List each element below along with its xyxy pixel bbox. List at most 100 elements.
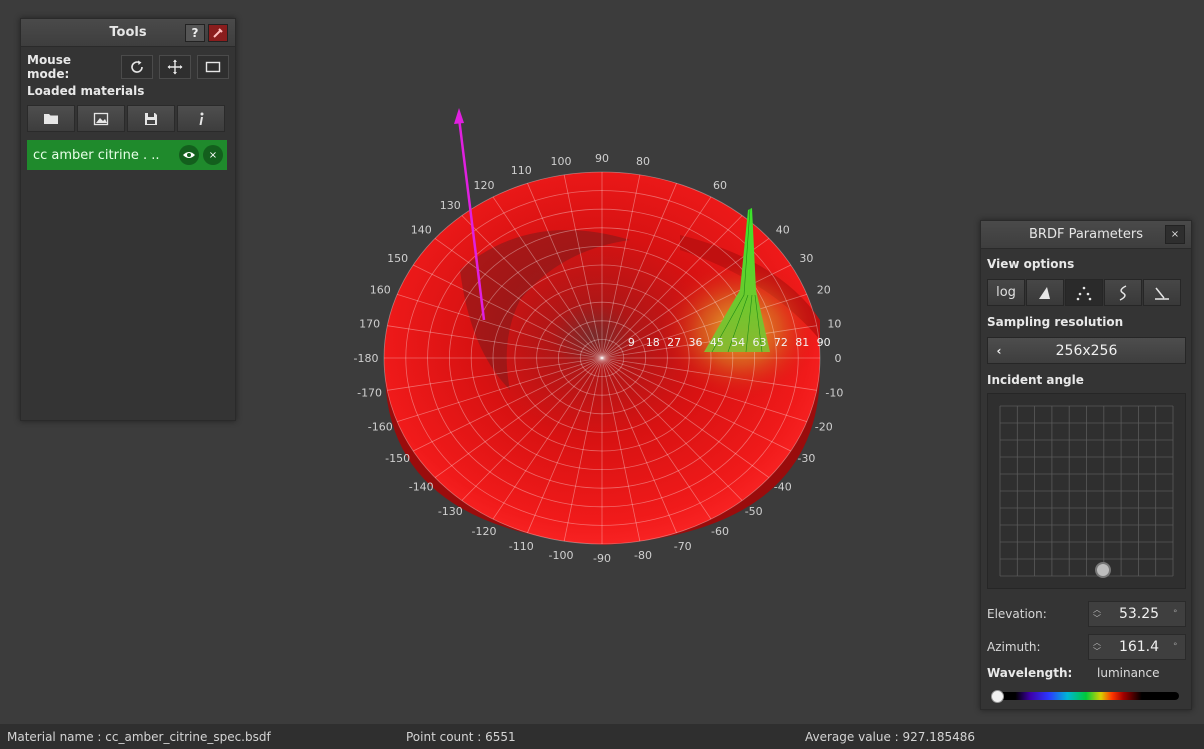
azimuth-value: 161.4 (1118, 639, 1160, 655)
azimuth-tick-label: -160 (368, 420, 393, 433)
azimuth-tick-label: 130 (440, 199, 461, 212)
incident-angle-pad[interactable] (987, 393, 1186, 589)
save-icon (145, 112, 157, 125)
azimuth-tick-label: 170 (359, 317, 380, 330)
azimuth-tick-label: 0 (835, 352, 842, 365)
azimuth-tick-label: 160 (370, 284, 391, 297)
azimuth-tick-label: 80 (636, 155, 650, 168)
resolution-value: 256x256 (1055, 342, 1118, 359)
points-icon (1076, 286, 1092, 300)
azimuth-tick-label: -150 (385, 452, 410, 465)
close-tools-button[interactable] (208, 24, 228, 42)
azimuth-tick-label: 140 (411, 223, 432, 236)
azimuth-tick-label: -40 (774, 481, 792, 494)
spin-arrows-icon[interactable]: ︿ ﹀ (1089, 638, 1105, 656)
view-options-label: View options (987, 257, 1075, 271)
tools-panel: Tools ? Mouse mode: Loaded materials cc … (20, 18, 236, 421)
azimuth-tick-label: -100 (549, 549, 574, 562)
status-material-name: Material name : cc_amber_citrine_spec.bs… (7, 730, 271, 744)
wavelength-spectrum-slider[interactable] (993, 692, 1179, 700)
azimuth-spinbox[interactable]: ︿ ﹀ 161.4 ° (1088, 634, 1186, 660)
angle-mode-button[interactable] (1143, 279, 1181, 306)
sampling-resolution-select[interactable]: ‹ 256x256 (987, 337, 1186, 364)
chevron-left-icon[interactable]: ‹ (988, 344, 1010, 358)
azimuth-tick-label: 30 (799, 252, 813, 265)
surface-mode-button[interactable] (1026, 279, 1064, 306)
elevation-tick-label: 36 (688, 336, 702, 349)
brdf-3d-viewport[interactable]: 90 100 110 120 130 140 150 160 170 -180 -170 -160 -1… (300, 90, 920, 580)
wavelength-row: Wavelength: luminance (987, 666, 1186, 680)
remove-material-button[interactable]: × (203, 145, 223, 165)
elevation-tick-label: 45 (710, 336, 724, 349)
azimuth-tick-label: -70 (674, 540, 692, 553)
azimuth-tick-label: 20 (817, 284, 831, 297)
zoom-rect-mode-button[interactable] (197, 55, 229, 79)
open-material-button[interactable] (27, 105, 75, 132)
azimuth-tick-label: -180 (354, 352, 379, 365)
mouse-mode-row: Mouse mode: (27, 53, 229, 81)
tools-icon (213, 28, 223, 38)
save-button[interactable] (127, 105, 175, 132)
log-scale-button[interactable]: log (987, 279, 1025, 306)
toggle-visibility-button[interactable] (179, 145, 199, 165)
azimuth-tick-label: 150 (387, 252, 408, 265)
pan-mode-button[interactable] (159, 55, 191, 79)
azimuth-tick-label: -10 (825, 387, 843, 400)
tools-title: Tools (109, 25, 147, 40)
material-item-name: cc amber citrine . .. (33, 147, 160, 163)
close-brdf-button[interactable]: × (1165, 225, 1185, 244)
azimuth-tick-label: 40 (776, 223, 790, 236)
wavelength-label: Wavelength: (987, 666, 1073, 680)
azimuth-tick-label: 90 (595, 152, 609, 165)
degree-symbol: ° (1173, 642, 1178, 652)
brdf-3d-plot[interactable]: 90100110120130140150160170-180-170-160-1… (300, 90, 920, 580)
spin-arrows-icon[interactable]: ︿ ﹀ (1089, 605, 1105, 623)
azimuth-tick-label: -50 (745, 505, 763, 518)
move-icon (167, 59, 183, 75)
azimuth-tick-label: -130 (438, 505, 463, 518)
help-button[interactable]: ? (185, 24, 205, 42)
folder-icon (44, 113, 58, 124)
azimuth-tick-label: -80 (634, 549, 652, 562)
eye-icon (183, 152, 195, 158)
azimuth-tick-label: 10 (827, 317, 841, 330)
azimuth-tick-label: -110 (509, 540, 534, 553)
azimuth-tick-label: -140 (409, 481, 434, 494)
elevation-tick-label: 90 (817, 336, 831, 349)
material-list-item[interactable]: cc amber citrine . .. × (27, 140, 227, 170)
sampling-resolution-label: Sampling resolution (987, 315, 1124, 329)
elevation-spinbox[interactable]: ︿ ﹀ 53.25 ° (1088, 601, 1186, 627)
elevation-tick-label: 54 (731, 336, 745, 349)
brdf-parameters-panel: BRDF Parameters × View options log Sampl… (980, 220, 1192, 710)
elevation-label: Elevation: (987, 607, 1047, 621)
incident-angle-grid[interactable] (988, 394, 1185, 588)
azimuth-tick-label: -120 (472, 525, 497, 538)
elevation-tick-label: 9 (628, 336, 635, 349)
elevation-tick-label: 27 (667, 336, 681, 349)
points-mode-button[interactable] (1065, 279, 1103, 306)
azimuth-tick-label: 110 (511, 164, 532, 177)
azimuth-tick-label: -60 (711, 525, 729, 538)
brdf-titlebar[interactable]: BRDF Parameters × (981, 221, 1191, 249)
elevation-tick-label: 18 (646, 336, 660, 349)
incident-angle-handle[interactable] (1095, 562, 1111, 578)
curve-icon (1119, 284, 1127, 301)
curve-mode-button[interactable] (1104, 279, 1142, 306)
elevation-row: Elevation: ︿ ﹀ 53.25 ° (987, 601, 1186, 627)
azimuth-tick-label: -90 (593, 552, 611, 565)
incident-arrow-head (454, 108, 464, 124)
azimuth-row: Azimuth: ︿ ﹀ 161.4 ° (987, 634, 1186, 660)
elevation-tick-label: 81 (795, 336, 809, 349)
wavelength-slider-handle[interactable] (991, 690, 1004, 703)
tools-titlebar[interactable]: Tools ? (21, 19, 235, 47)
brdf-title: BRDF Parameters (1029, 227, 1143, 242)
rectangle-icon (205, 61, 221, 73)
azimuth-label: Azimuth: (987, 640, 1041, 654)
rotate-mode-button[interactable] (121, 55, 153, 79)
info-button[interactable] (177, 105, 225, 132)
elevation-value: 53.25 (1118, 606, 1160, 622)
incident-angle-label: Incident angle (987, 373, 1084, 387)
mouse-mode-label: Mouse mode: (27, 53, 72, 81)
wavelength-value: luminance (1097, 666, 1160, 680)
screenshot-button[interactable] (77, 105, 125, 132)
